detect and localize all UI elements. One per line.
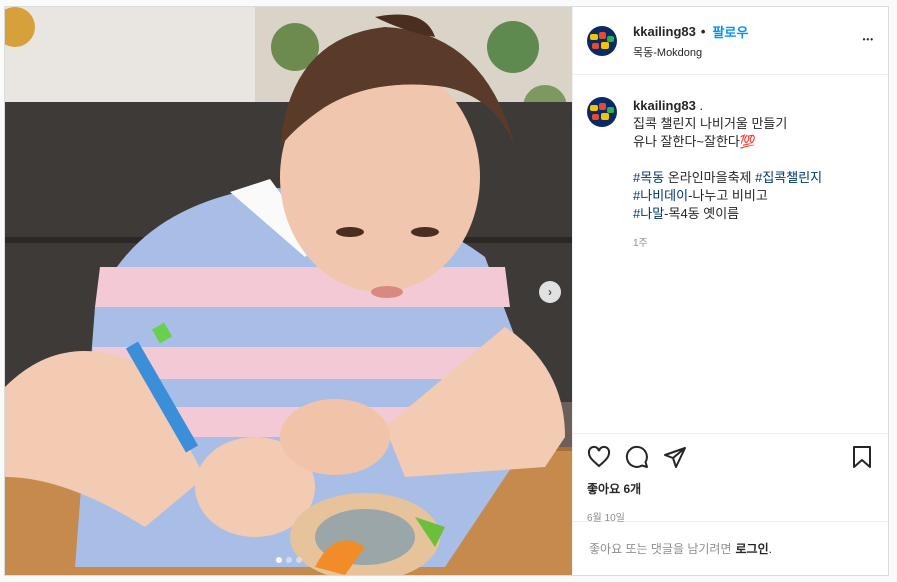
action-bar: 좋아요 6개 6월 10일	[573, 433, 888, 524]
share-button[interactable]	[663, 445, 687, 469]
heart-icon	[587, 445, 611, 468]
avatar[interactable]	[587, 25, 617, 56]
save-button[interactable]	[850, 445, 874, 469]
hashtag-link[interactable]: #나말	[633, 206, 664, 221]
header-info: kkailing83 • 팔로우 목동-Mokdong	[633, 22, 748, 60]
caption-body: kkailing83 . 집콕 챌린지 나비거울 만들기 유나 잘한다~잘한다💯…	[633, 97, 822, 253]
separator: •	[700, 23, 706, 39]
login-prompt-text: 좋아요 또는 댓글을 남기려면	[589, 542, 732, 556]
hashtag-link[interactable]: #나비데이	[633, 188, 688, 203]
hashtag-link[interactable]: #목동	[633, 170, 664, 185]
post-header: kkailing83 • 팔로우 목동-Mokdong •••	[573, 7, 888, 75]
more-icon: •••	[862, 35, 874, 44]
like-count[interactable]: 좋아요 6개	[587, 480, 874, 497]
more-options-button[interactable]: •••	[863, 31, 874, 45]
caption-username[interactable]: kkailing83	[633, 98, 696, 113]
carousel-dots	[5, 557, 572, 563]
login-link[interactable]: 로그인	[735, 540, 768, 557]
caption-section: kkailing83 . 집콕 챌린지 나비거울 만들기 유나 잘한다~잘한다💯…	[573, 75, 888, 433]
caption-line: 집콕 챌린지 나비거울 만들기	[633, 116, 788, 131]
carousel-dot	[275, 557, 282, 563]
like-button[interactable]	[587, 445, 611, 469]
follow-button[interactable]: 팔로우	[712, 22, 748, 41]
carousel-next-button[interactable]: ›	[539, 281, 561, 303]
chevron-right-icon: ›	[548, 285, 552, 299]
instagram-post: › kkailing83 • 팔로우 목동-Mokdong ••• kkaili…	[4, 6, 889, 576]
caption-text: -나누고 비비고	[688, 188, 768, 203]
photo-illustration	[5, 7, 572, 575]
login-prompt: 좋아요 또는 댓글을 남기려면 로그인 .	[573, 521, 888, 575]
carousel-dot	[295, 557, 302, 563]
comment-button[interactable]	[625, 445, 649, 469]
hashtag-link[interactable]: #집콕챌린지	[755, 170, 822, 185]
caption-line: 유나 잘한다~잘한다💯	[633, 134, 757, 149]
username-link[interactable]: kkailing83	[633, 24, 696, 39]
login-prompt-end: .	[768, 541, 772, 556]
post-sidebar: kkailing83 • 팔로우 목동-Mokdong ••• kkailing…	[572, 7, 888, 575]
bookmark-icon	[853, 446, 871, 468]
post-photo[interactable]: ›	[5, 7, 572, 575]
comment-icon	[625, 445, 648, 468]
caption-time[interactable]: 1주	[633, 235, 822, 253]
caption-avatar[interactable]	[587, 97, 617, 127]
caption-text: -목4동 옛이름	[664, 206, 740, 221]
carousel-dot	[285, 557, 292, 563]
post-date[interactable]: 6월 10일	[587, 509, 874, 524]
share-icon	[664, 447, 686, 468]
caption-trailing: .	[699, 98, 704, 113]
caption-text: 온라인마을축제	[664, 170, 756, 185]
location-link[interactable]: 목동-Mokdong	[633, 44, 748, 60]
